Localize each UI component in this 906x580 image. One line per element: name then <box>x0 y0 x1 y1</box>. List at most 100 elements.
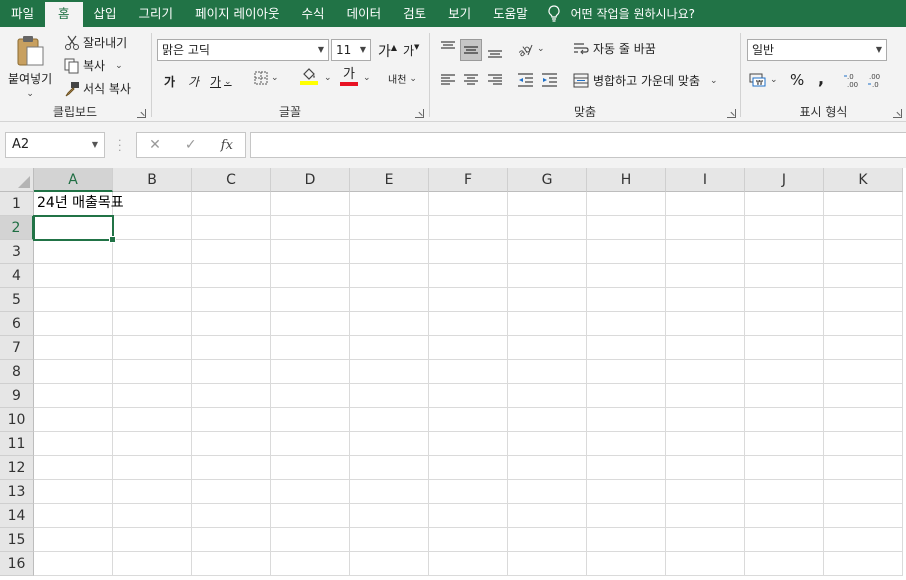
decrease-decimal-icon[interactable]: .00.0 <box>867 72 885 88</box>
italic-button[interactable]: 가 <box>188 73 199 90</box>
cell-h4[interactable] <box>587 264 666 288</box>
cell-c5[interactable] <box>192 288 271 312</box>
cell-k5[interactable] <box>824 288 903 312</box>
cell-j15[interactable] <box>745 528 824 552</box>
cell-a7[interactable] <box>34 336 113 360</box>
row-header-15[interactable]: 15 <box>0 528 34 552</box>
comma-style-button[interactable]: , <box>818 69 824 88</box>
tab-view[interactable]: 보기 <box>437 0 482 27</box>
cell-h12[interactable] <box>587 456 666 480</box>
column-header-h[interactable]: H <box>587 168 666 192</box>
cell-k9[interactable] <box>824 384 903 408</box>
insert-function-button[interactable]: fx <box>221 138 233 153</box>
cell-f11[interactable] <box>429 432 508 456</box>
cell-d3[interactable] <box>271 240 350 264</box>
cell-a3[interactable] <box>34 240 113 264</box>
cell-k15[interactable] <box>824 528 903 552</box>
cell-j7[interactable] <box>745 336 824 360</box>
cell-e15[interactable] <box>350 528 429 552</box>
formula-bar-resize-handle[interactable]: · · · <box>118 135 122 156</box>
cell-j12[interactable] <box>745 456 824 480</box>
column-header-c[interactable]: C <box>192 168 271 192</box>
row-header-8[interactable]: 8 <box>0 360 34 384</box>
cell-k4[interactable] <box>824 264 903 288</box>
cell-e4[interactable] <box>350 264 429 288</box>
cell-j5[interactable] <box>745 288 824 312</box>
orientation-button[interactable]: ab ⌄ <box>516 41 545 57</box>
cell-i7[interactable] <box>666 336 745 360</box>
tab-data[interactable]: 데이터 <box>336 0 393 27</box>
row-header-9[interactable]: 9 <box>0 384 34 408</box>
column-header-j[interactable]: J <box>745 168 824 192</box>
cell-g16[interactable] <box>508 552 587 576</box>
tab-formulas[interactable]: 수식 <box>291 0 336 27</box>
cell-d8[interactable] <box>271 360 350 384</box>
cell-h14[interactable] <box>587 504 666 528</box>
font-name-select[interactable]: 맑은 고딕 ▼ <box>157 39 329 61</box>
cell-d2[interactable] <box>271 216 350 240</box>
chevron-down-icon[interactable]: ⌄ <box>363 73 371 83</box>
column-header-g[interactable]: G <box>508 168 587 192</box>
cell-f5[interactable] <box>429 288 508 312</box>
cell-c4[interactable] <box>192 264 271 288</box>
cell-e16[interactable] <box>350 552 429 576</box>
row-header-12[interactable]: 12 <box>0 456 34 480</box>
cell-a11[interactable] <box>34 432 113 456</box>
cell-c10[interactable] <box>192 408 271 432</box>
cell-k6[interactable] <box>824 312 903 336</box>
cell-f13[interactable] <box>429 480 508 504</box>
cell-c12[interactable] <box>192 456 271 480</box>
cell-k14[interactable] <box>824 504 903 528</box>
tab-insert[interactable]: 삽입 <box>83 0 128 27</box>
cell-d1[interactable] <box>271 192 350 216</box>
cell-a1[interactable]: 24년 매출목표 <box>34 192 124 216</box>
font-dialog-launcher-icon[interactable] <box>415 109 424 118</box>
cell-j10[interactable] <box>745 408 824 432</box>
fill-color-button[interactable] <box>300 68 318 85</box>
cell-j3[interactable] <box>745 240 824 264</box>
cell-e5[interactable] <box>350 288 429 312</box>
cell-f4[interactable] <box>429 264 508 288</box>
cell-i4[interactable] <box>666 264 745 288</box>
font-color-button[interactable]: 가 <box>340 68 358 86</box>
cell-d13[interactable] <box>271 480 350 504</box>
cell-g5[interactable] <box>508 288 587 312</box>
cell-b2[interactable] <box>113 216 192 240</box>
cell-c8[interactable] <box>192 360 271 384</box>
cell-d14[interactable] <box>271 504 350 528</box>
cell-h9[interactable] <box>587 384 666 408</box>
cell-i2[interactable] <box>666 216 745 240</box>
row-header-14[interactable]: 14 <box>0 504 34 528</box>
cell-b15[interactable] <box>113 528 192 552</box>
cell-i9[interactable] <box>666 384 745 408</box>
cell-f7[interactable] <box>429 336 508 360</box>
cell-f8[interactable] <box>429 360 508 384</box>
cell-f3[interactable] <box>429 240 508 264</box>
cell-i10[interactable] <box>666 408 745 432</box>
cell-e12[interactable] <box>350 456 429 480</box>
cell-k1[interactable] <box>824 192 903 216</box>
column-header-d[interactable]: D <box>271 168 350 192</box>
cell-g13[interactable] <box>508 480 587 504</box>
cell-b8[interactable] <box>113 360 192 384</box>
decrease-indent-icon[interactable] <box>517 73 534 87</box>
cell-h8[interactable] <box>587 360 666 384</box>
row-header-16[interactable]: 16 <box>0 552 34 576</box>
cell-c15[interactable] <box>192 528 271 552</box>
cell-a14[interactable] <box>34 504 113 528</box>
cell-b10[interactable] <box>113 408 192 432</box>
cell-b6[interactable] <box>113 312 192 336</box>
percent-style-button[interactable]: % <box>790 71 804 89</box>
cell-j9[interactable] <box>745 384 824 408</box>
grow-font-button[interactable]: 가 ▲ <box>378 41 397 61</box>
cell-k12[interactable] <box>824 456 903 480</box>
cell-f1[interactable] <box>429 192 508 216</box>
cell-b3[interactable] <box>113 240 192 264</box>
active-cell-selection[interactable] <box>33 215 116 243</box>
cell-g7[interactable] <box>508 336 587 360</box>
cell-j13[interactable] <box>745 480 824 504</box>
copy-button[interactable]: 복사 ⌄ <box>64 57 123 74</box>
cell-k13[interactable] <box>824 480 903 504</box>
number-format-select[interactable]: 일반 ▼ <box>747 39 887 61</box>
cell-d9[interactable] <box>271 384 350 408</box>
